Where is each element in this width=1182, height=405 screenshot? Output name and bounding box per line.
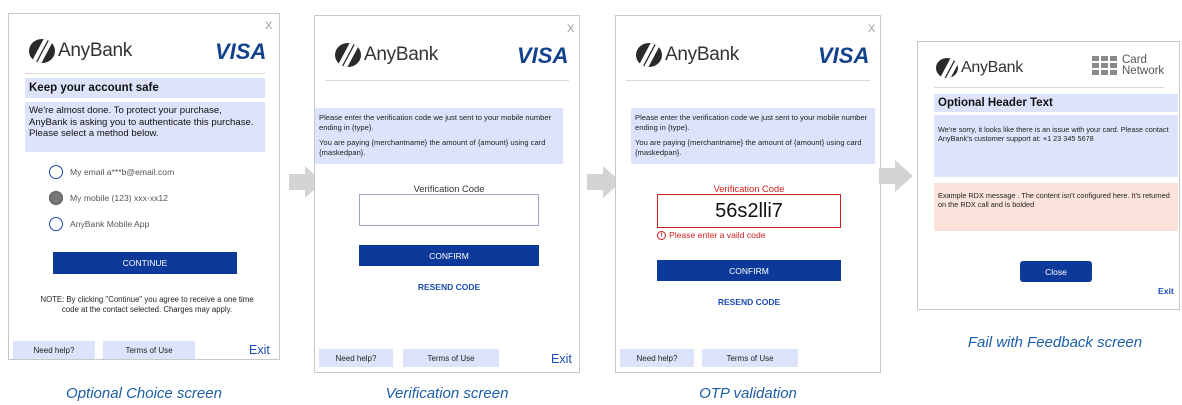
anybank-logo-icon (636, 43, 662, 67)
entered-code: 56s2lli7 (715, 199, 783, 222)
resend-code-link[interactable]: RESEND CODE (359, 282, 539, 292)
verification-code-label: Verification Code (413, 183, 485, 194)
close-icon[interactable]: X (868, 23, 875, 35)
close-icon[interactable]: X (567, 23, 574, 35)
need-help-button[interactable]: Need help? (319, 349, 393, 367)
card-network-label: Card Network (1122, 54, 1165, 77)
divider (325, 80, 569, 81)
divider (626, 80, 870, 81)
exit-link[interactable]: Exit (1158, 286, 1174, 296)
verification-code-input[interactable]: 56s2lli7 (657, 194, 841, 228)
bank-name: AnyBank (58, 40, 132, 61)
need-help-button[interactable]: Need help? (13, 341, 95, 359)
anybank-logo-icon (335, 43, 361, 67)
continue-button[interactable]: CONTINUE (53, 252, 237, 274)
divider (25, 73, 265, 74)
error-message: We're sorry, it looks like there is an i… (938, 125, 1169, 144)
visa-logo: VISA (517, 43, 569, 68)
anybank-logo-icon (936, 58, 958, 78)
optional-header: Optional Header Text (938, 97, 1053, 109)
instruction-text: Please enter the verification code we ju… (635, 113, 868, 132)
arrow-right-icon (879, 160, 913, 192)
confirm-button[interactable]: CONFIRM (657, 260, 841, 281)
otp-validation-screen: X AnyBank VISA Please enter the verifica… (615, 15, 881, 373)
terms-of-use-button[interactable]: Terms of Use (702, 349, 798, 367)
fail-feedback-screen: AnyBank Card Network Optional Header Tex… (917, 41, 1180, 310)
error-message: ! Please enter a vaild code (657, 230, 766, 240)
method-label: My email a***b@email.com (70, 167, 175, 177)
anybank-logo: AnyBank (29, 39, 132, 63)
header-panel: Optional Header Text (934, 94, 1178, 112)
bank-name: AnyBank (961, 59, 1023, 76)
instruction-text: Please enter the verification code we ju… (319, 113, 552, 132)
terms-of-use-button[interactable]: Terms of Use (103, 341, 195, 359)
bank-name: AnyBank (364, 44, 438, 65)
rdx-panel: Example RDX message . The content isn't … (934, 183, 1178, 231)
method-option-app[interactable]: AnyBank Mobile App (49, 216, 149, 232)
page-title: Keep your account safe (29, 82, 159, 94)
close-button[interactable]: Close (1020, 261, 1092, 282)
payment-summary: You are paying {merchantname} the amount… (319, 138, 546, 157)
card-network-logo: Card Network (1092, 54, 1165, 77)
card-network-line2: Network (1122, 65, 1165, 77)
need-help-button[interactable]: Need help? (620, 349, 694, 367)
close-icon[interactable]: X (265, 20, 272, 32)
method-label: My mobile (123) xxx-xx12 (70, 193, 168, 203)
screen-caption: Optional Choice screen (66, 385, 222, 402)
screen-caption: Fail with Feedback screen (967, 334, 1143, 351)
screen-caption: Verification screen (385, 385, 509, 402)
intro-panel: We're almost done. To protect your purch… (25, 102, 265, 152)
error-text: Please enter a vaild code (669, 230, 766, 240)
intro-text: We're almost done. To protect your purch… (29, 105, 254, 140)
confirm-button[interactable]: CONFIRM (359, 245, 539, 266)
choice-screen: X AnyBank VISA Keep your account safe We… (8, 13, 280, 360)
instructions-panel: Please enter the verification code we ju… (631, 108, 875, 164)
bank-name: AnyBank (665, 44, 739, 65)
radio-unselected[interactable] (49, 165, 63, 179)
divider (934, 87, 1164, 88)
rdx-message: Example RDX message . The content isn't … (938, 191, 1170, 210)
anybank-logo-icon (29, 39, 55, 63)
message-panel: We're sorry, it looks like there is an i… (934, 115, 1178, 177)
anybank-logo: AnyBank (936, 58, 1023, 78)
radio-selected[interactable] (49, 191, 63, 205)
visa-logo: VISA (215, 39, 267, 64)
exit-link[interactable]: Exit (551, 352, 572, 366)
method-option-email[interactable]: My email a***b@email.com (49, 164, 174, 180)
exit-link[interactable]: Exit (249, 343, 270, 357)
method-label: AnyBank Mobile App (70, 219, 150, 229)
instructions-panel: Please enter the verification code we ju… (315, 108, 563, 164)
radio-unselected[interactable] (49, 217, 63, 231)
method-option-mobile[interactable]: My mobile (123) xxx-xx12 (49, 190, 168, 206)
terms-of-use-button[interactable]: Terms of Use (403, 349, 499, 367)
resend-code-link[interactable]: RESEND CODE (657, 297, 841, 307)
verification-screen: X AnyBank VISA Please enter the verifica… (314, 15, 580, 373)
verification-code-input[interactable] (359, 194, 539, 226)
anybank-logo: AnyBank (636, 43, 739, 67)
card-network-icon (1092, 56, 1117, 75)
verification-code-label: Verification Code (713, 183, 785, 194)
section-heading: Keep your account safe (25, 78, 265, 98)
consent-note: NOTE: By clicking "Continue" you agree t… (40, 295, 254, 314)
anybank-logo: AnyBank (335, 43, 438, 67)
screen-caption: OTP validation (699, 385, 797, 402)
visa-logo: VISA (818, 43, 870, 68)
payment-summary: You are paying {merchantname} the amount… (635, 138, 862, 157)
error-icon: ! (657, 230, 666, 240)
